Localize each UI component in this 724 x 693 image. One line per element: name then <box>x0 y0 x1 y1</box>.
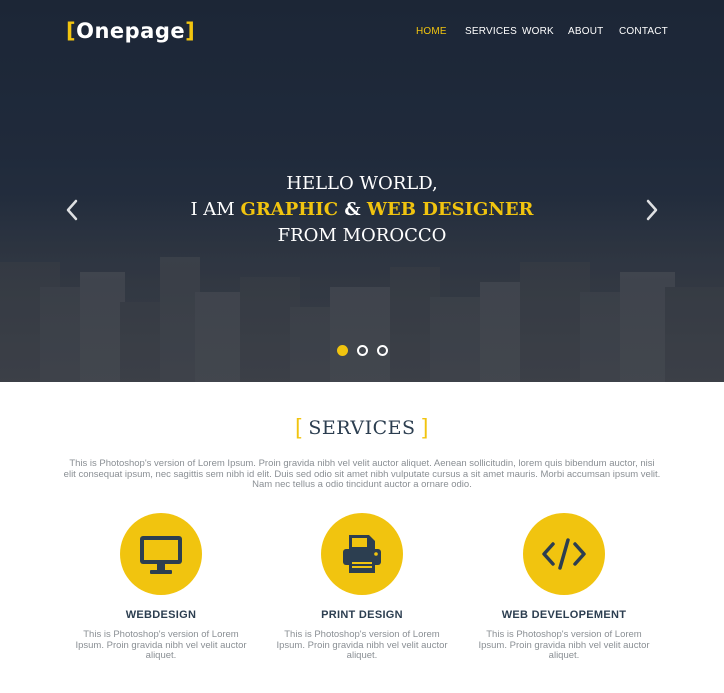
service-name: PRINT DESIGN <box>321 609 403 621</box>
hero-line-3: FROM MOROCCO <box>277 225 447 246</box>
services-title: SERVICES <box>308 417 416 439</box>
service-print-design: PRINT DESIGN This is Photoshop's version… <box>262 513 462 662</box>
slider-prev-button[interactable] <box>64 198 80 222</box>
slider-pagination <box>337 345 397 357</box>
services-heading: [ SERVICES ] <box>0 414 724 440</box>
nav-item-about[interactable]: ABOUT <box>568 26 603 37</box>
hero-headline: HELLO WORLD, I AM GRAPHIC & WEB DESIGNER… <box>0 171 724 249</box>
service-icon-circle <box>321 513 403 595</box>
slider-dot-1[interactable] <box>337 345 348 356</box>
main-nav: HOME SERVICES WORK ABOUT CONTACT <box>0 26 724 40</box>
hero-line-2: I AM GRAPHIC & WEB DESIGNER <box>0 197 724 223</box>
hero-highlight-graphic: GRAPHIC <box>240 199 339 220</box>
nav-item-work[interactable]: WORK <box>522 26 554 37</box>
chevron-left-icon <box>66 199 78 221</box>
hero-line-2-prefix: I AM <box>190 199 241 220</box>
hero-ampersand: & <box>338 199 367 220</box>
slider-dot-2[interactable] <box>357 345 368 356</box>
nav-item-services[interactable]: SERVICES <box>465 26 517 37</box>
service-text: This is Photoshop's version of Lorem Ips… <box>75 629 247 661</box>
slider-dot-3[interactable] <box>377 345 388 356</box>
hero-highlight-web-designer: WEB DESIGNER <box>366 199 534 220</box>
nav-item-contact[interactable]: CONTACT <box>619 26 668 37</box>
printer-icon <box>343 535 381 573</box>
chevron-right-icon <box>646 199 658 221</box>
hero-slider: [Onepage] HOME SERVICES WORK ABOUT CONTA… <box>0 0 724 382</box>
service-name: WEBDESIGN <box>125 609 197 621</box>
service-icon-circle <box>523 513 605 595</box>
service-icon-circle <box>120 513 202 595</box>
hero-line-1: HELLO WORLD, <box>286 173 438 194</box>
service-web-development: WEB DEVELOPEMENT This is Photoshop's ver… <box>464 513 664 662</box>
services-description: This is Photoshop's version of Lorem Ips… <box>63 458 661 490</box>
nav-item-home[interactable]: HOME <box>416 26 447 37</box>
service-name: WEB DEVELOPEMENT <box>501 609 627 621</box>
services-bracket-left: [ <box>295 414 302 439</box>
service-text: This is Photoshop's version of Lorem Ips… <box>276 629 448 661</box>
services-bracket-right: ] <box>422 414 429 439</box>
monitor-icon <box>140 536 182 574</box>
service-webdesign: WEBDESIGN This is Photoshop's version of… <box>61 513 261 662</box>
service-text: This is Photoshop's version of Lorem Ips… <box>478 629 650 661</box>
slider-next-button[interactable] <box>644 198 660 222</box>
code-icon <box>542 538 586 570</box>
